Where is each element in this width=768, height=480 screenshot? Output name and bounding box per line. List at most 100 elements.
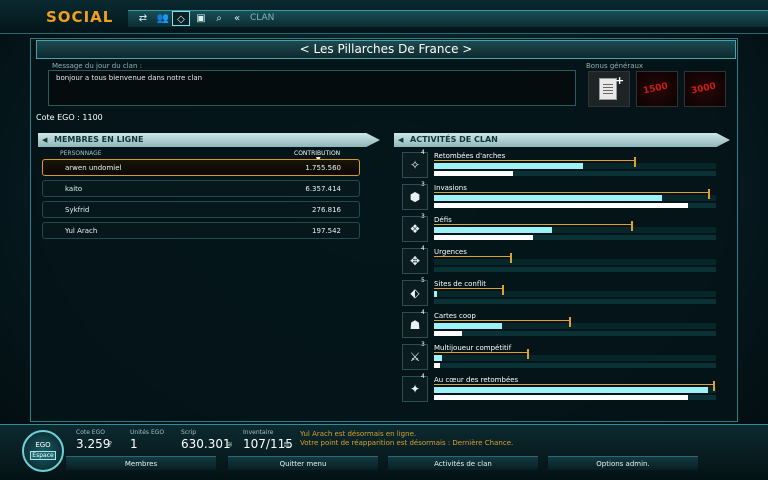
activity-row[interactable]: ⚔ 3 Multijoueur compétitif [402, 341, 722, 372]
activity-subprogress-fill [434, 235, 533, 240]
activity-subprogress-fill [434, 203, 688, 208]
breadcrumb: CLAN [250, 13, 275, 23]
activity-name: Urgences [434, 248, 467, 256]
member-contribution: 197.542 [312, 227, 341, 235]
activity-row[interactable]: ☗ 4 Cartes coop [402, 309, 722, 340]
member-row[interactable]: Yul Arach 197.542 [42, 222, 360, 239]
motd-text: bonjour a tous bienvenue dans notre clan [56, 74, 203, 82]
activity-progress-marker [434, 317, 572, 327]
bonus-document-icon[interactable]: + [588, 71, 630, 107]
notification-line: Votre point de réapparition est désormai… [300, 439, 514, 447]
ego-label: EGO [35, 441, 51, 449]
group-icon[interactable]: 👥 [154, 11, 172, 26]
ego-rating-icon: ? [108, 440, 113, 449]
bonus-label: Bonus généraux [586, 62, 644, 70]
activity-row[interactable]: ✥ 4 Urgences [402, 245, 722, 276]
chevron-icon[interactable]: « [228, 11, 246, 26]
activity-name: Cartes coop [434, 312, 476, 320]
activity-progress-marker [434, 221, 634, 231]
activity-progress-marker [434, 285, 504, 295]
activity-row[interactable]: ⬢ 3 Invasions [402, 181, 722, 212]
clan-cote-ego: Cote EGO : 1100 [36, 113, 103, 122]
clan-name: < Les Pillarches De France > [36, 40, 736, 59]
search-icon[interactable]: ⌕ [210, 11, 228, 26]
activity-level: 3 [421, 341, 425, 348]
stat-label: Inventaire [243, 429, 274, 436]
activity-progress-bar [434, 381, 716, 393]
activity-progress-bar [434, 285, 716, 297]
stat-label: Unités EGO [130, 429, 165, 436]
stat-label: Scrip [181, 429, 197, 436]
activity-progress-marker [434, 253, 513, 263]
activity-name: Défis [434, 216, 452, 224]
scrip-icon: ≋ [226, 440, 233, 449]
activity-progress-marker [434, 381, 716, 391]
activity-progress-bar [434, 221, 716, 233]
diamond-icon[interactable]: ◇ [172, 11, 190, 26]
member-row[interactable]: arwen undomiel 1.755.560 [42, 159, 360, 176]
activity-name: Multijoueur compétitif [434, 344, 512, 352]
activity-name: Retombées d'arches [434, 152, 506, 160]
page-title: SOCIAL [46, 8, 114, 26]
activities-header[interactable]: ACTIVITÉS DE CLAN [394, 133, 730, 147]
chat-icon[interactable]: ▣ [192, 11, 210, 26]
activity-progress-bar [434, 189, 716, 201]
member-name: Yul Arach [65, 227, 98, 235]
activity-level: 4 [421, 373, 425, 380]
stat-label: Cote EGO [76, 429, 105, 436]
activity-progress-bar [434, 349, 716, 361]
members-header[interactable]: MEMBRES EN LIGNE [38, 133, 380, 147]
activity-level: 4 [421, 309, 425, 316]
activity-subprogress-bar [434, 299, 716, 304]
activity-subprogress-fill [434, 331, 463, 336]
tab-admin-options[interactable]: Options admin. [548, 456, 698, 470]
member-row[interactable]: kaito 6.357.414 [42, 180, 360, 197]
column-header-name[interactable]: PERSONNAGE [60, 150, 102, 157]
stat-value: 630.301 [181, 437, 231, 451]
activity-level: 4 [421, 245, 425, 252]
activity-subprogress-bar [434, 171, 716, 176]
activity-progress-marker [434, 157, 637, 167]
member-name: arwen undomiel [65, 164, 122, 172]
stat-value: 3.259 [76, 437, 111, 451]
activity-row[interactable]: ⬖ 5 Sites de conflit [402, 277, 722, 308]
tab-clan-activities[interactable]: Activités de clan [388, 456, 538, 470]
activity-subprogress-bar [434, 267, 716, 272]
arrows-icon[interactable]: ⇄ [134, 11, 152, 26]
activity-subprogress-fill [434, 171, 513, 176]
activity-row[interactable]: ❖ 3 Défis [402, 213, 722, 244]
activity-progress-marker [434, 349, 530, 359]
bonus-1500-badge[interactable]: 1500 [636, 71, 678, 107]
activity-subprogress-fill [434, 363, 440, 368]
activity-name: Sites de conflit [434, 280, 486, 288]
plus-icon: + [615, 74, 625, 87]
tab-members[interactable]: Membres [66, 456, 216, 470]
bonus-3000-badge[interactable]: 3000 [684, 71, 726, 107]
notification-line: Yul Arach est désormais en ligne. [300, 430, 417, 438]
activity-progress-bar [434, 253, 716, 265]
member-contribution: 1.755.560 [305, 164, 341, 172]
activity-row[interactable]: ✧ 4 Retombées d'arches [402, 149, 722, 180]
bonus-1500-label: 1500 [642, 81, 669, 97]
activity-row[interactable]: ✦ 4 Au cœur des retombées [402, 373, 722, 404]
tab-quit-menu[interactable]: Quitter menu [228, 456, 378, 470]
activity-level: 3 [421, 181, 425, 188]
activity-name: Au cœur des retombées [434, 376, 519, 384]
activity-subprogress-fill [434, 395, 688, 400]
activity-subprogress-bar [434, 395, 716, 400]
member-row[interactable]: Sykfrid 276.816 [42, 201, 360, 218]
activity-progress-bar [434, 157, 716, 169]
activity-level: 4 [421, 149, 425, 156]
activity-subprogress-bar [434, 235, 716, 240]
member-name: Sykfrid [65, 206, 90, 214]
ego-emblem: EGO Espace [22, 430, 64, 472]
activity-progress-bar [434, 317, 716, 329]
motd-label: Message du jour du clan : [52, 62, 142, 70]
member-contribution: 6.357.414 [305, 185, 341, 193]
member-contribution: 276.816 [312, 206, 341, 214]
member-name: kaito [65, 185, 83, 193]
ego-mode-label: Espace [30, 451, 56, 460]
activity-subprogress-bar [434, 203, 716, 208]
activity-progress-marker [434, 189, 710, 199]
stat-value: 1 [130, 437, 138, 451]
